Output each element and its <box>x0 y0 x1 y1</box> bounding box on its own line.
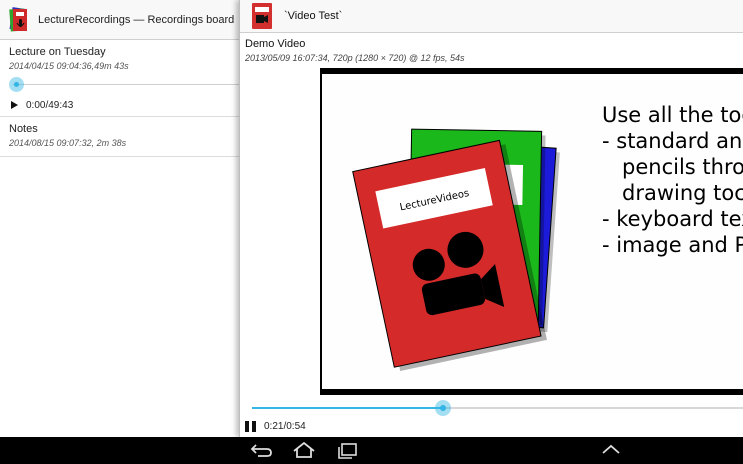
slide-line: - standard anc <box>602 129 743 153</box>
slide-line: Use all the toc <box>602 103 743 127</box>
video-player[interactable]: LectureVideos Use all the toc - standard… <box>320 68 743 395</box>
lecture-videos-logo: LectureVideos <box>352 128 560 372</box>
slide-line: - keyboard tex <box>602 207 743 231</box>
slide-text: Use all the toc - standard anc pencils t… <box>602 102 743 258</box>
left-action-bar: LectureRecordings — Recordings board <box>0 0 240 40</box>
recent-apps-icon[interactable] <box>335 440 361 460</box>
recording-item-notes[interactable]: Notes 2014/08/15 09:07:32, 2m 38s <box>0 117 240 157</box>
seek-track <box>13 84 240 85</box>
recording-item-lecture[interactable]: Lecture on Tuesday 2014/04/15 09:04:36,4… <box>0 40 240 117</box>
lecture-recordings-app-icon[interactable] <box>9 6 31 33</box>
recording-title: Notes <box>9 123 38 135</box>
slide-line: drawing toc <box>602 181 743 205</box>
home-icon[interactable] <box>291 440 317 460</box>
video-meta: 2013/05/09 16:07:34, 720p (1280 × 720) @… <box>245 53 465 63</box>
back-icon[interactable] <box>249 440 275 460</box>
recording-controls: 0:00/49:43 <box>9 94 240 116</box>
screen: LectureRecordings — Recordings board Lec… <box>0 0 743 464</box>
right-pane-title: `Video Test` <box>284 10 343 22</box>
recording-time: 0:00/49:43 <box>26 99 74 111</box>
left-pane-title: LectureRecordings — Recordings board <box>38 13 235 26</box>
seek-progress <box>252 407 444 409</box>
seek-thumb[interactable] <box>435 400 452 416</box>
play-icon[interactable] <box>11 101 18 109</box>
video-seek-bar[interactable] <box>252 400 743 416</box>
recordings-board: LectureRecordings — Recordings board Lec… <box>0 0 240 437</box>
video-info: Demo Video 2013/05/09 16:07:34, 720p (12… <box>240 33 743 63</box>
recording-seek-bar[interactable] <box>9 74 240 94</box>
video-test-pane: `Video Test` Demo Video 2013/05/09 16:07… <box>239 0 743 437</box>
collapse-up-icon[interactable] <box>598 440 624 460</box>
video-name: Demo Video <box>245 38 306 50</box>
pause-icon[interactable] <box>245 420 256 432</box>
video-controls: 0:21/0:54 <box>245 418 306 434</box>
recording-meta: 2014/04/15 09:04:36,49m 43s <box>9 61 129 71</box>
video-time: 0:21/0:54 <box>264 420 306 432</box>
seek-thumb[interactable] <box>9 77 24 92</box>
recording-title: Lecture on Tuesday <box>9 46 106 58</box>
video-canvas: LectureVideos Use all the toc - standard… <box>322 74 743 389</box>
slide-line: - image and P <box>602 233 743 257</box>
system-navigation-bar <box>0 437 743 464</box>
recording-meta: 2014/08/15 09:07:32, 2m 38s <box>9 138 127 148</box>
slide-line: pencils thro <box>602 155 743 179</box>
video-app-icon[interactable] <box>252 3 272 29</box>
right-action-bar: `Video Test` <box>240 0 743 33</box>
